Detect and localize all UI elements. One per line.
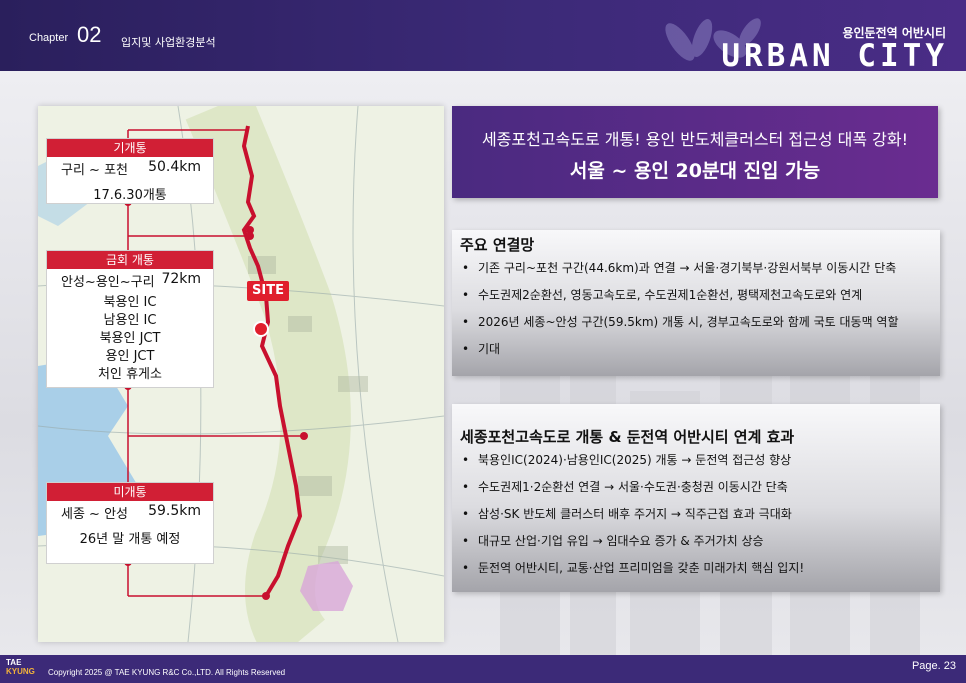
list-item: 삼성·SK 반도체 클러스터 배후 주거지 → 직주근접 효과 극대화: [460, 501, 930, 528]
ic-item: 용인 JCT: [105, 349, 155, 364]
route-name: 안성~용인~구리: [61, 275, 155, 290]
route-length: 50.4km: [148, 159, 201, 175]
site-marker-label: SITE: [247, 281, 289, 301]
synergy-section: 세종포천고속도로 개통 & 둔전역 어반시티 연계 효과 북용인IC(2024)…: [452, 404, 940, 592]
list-item: 둔전역 어반시티, 교통·산업 프리미엄을 갖춘 미래가치 핵심 입지!: [460, 555, 930, 582]
ic-item: 남용인 IC: [103, 313, 157, 328]
route-name: 세종 ~ 안성: [61, 507, 128, 522]
headline-callout: 세종포천고속도로 개통! 용인 반도체클러스터 접근성 대폭 강화! 서울 ~ …: [452, 106, 938, 198]
list-item: 수도권제2순환선, 영동고속도로, 수도권제1순환선, 평택제천고속도로와 연계: [460, 282, 930, 309]
opening-date: 17.6.30개통: [93, 188, 167, 203]
list-item: 기존 구리~포천 구간(44.6km)과 연결 → 서울·경기북부·강원서북부 …: [460, 255, 930, 282]
footer-bar: TAE KYUNG Copyright 2025 @ TAE KYUNG R&C…: [0, 655, 966, 683]
route-length: 59.5km: [148, 503, 201, 519]
route-label-opened: 기개통 구리 ~ 포천 50.4km 17.6.30개통: [46, 138, 214, 204]
list-item: 수도권제1·2순환선 연결 → 서울·수도권·충청권 이동시간 단축: [460, 474, 930, 501]
section-title: 주요 연결망: [460, 236, 535, 254]
section-title: 세종포천고속도로 개통 & 둔전역 어반시티 연계 효과: [460, 428, 795, 446]
route-name: 구리 ~ 포천: [61, 163, 128, 178]
key-network-section: 주요 연결망 기존 구리~포천 구간(44.6km)과 연결 → 서울·경기북부…: [452, 230, 940, 376]
list-item: 대규모 산업·기업 유입 → 임대수요 증가 & 주거가치 상승: [460, 528, 930, 555]
logo-line2: KYUNG: [6, 667, 35, 676]
route-label-planned: 미개통 세종 ~ 안성 59.5km 26년 말 개통 예정: [46, 482, 214, 564]
list-item: 2026년 세종~안성 구간(59.5km) 개통 시, 경부고속도로와 함께 …: [460, 309, 930, 336]
page-number: Page. 23: [911, 660, 956, 672]
ic-item: 북용인 JCT: [99, 331, 161, 346]
callout-line1: 세종포천고속도로 개통! 용인 반도체클러스터 접근성 대폭 강화!: [481, 130, 909, 149]
copyright-text: Copyright 2025 @ TAE KYUNG R&C Co.,LTD. …: [48, 668, 286, 677]
route-length: 72km: [161, 271, 201, 287]
list-item: 북용인IC(2024)·남용인IC(2025) 개통 → 둔전역 접근성 향상: [460, 447, 930, 474]
callout-line2: 서울 ~ 용인 20분대 진입 가능: [569, 160, 821, 182]
ic-item: 처인 휴게소: [98, 367, 162, 382]
chapter-number: 02: [77, 22, 102, 47]
page-subtitle: 입지및 사업환경분석: [121, 36, 216, 49]
ic-item: 북용인 IC: [103, 295, 157, 310]
route-map: 기개통 구리 ~ 포천 50.4km 17.6.30개통 금회 개통 안성~용인…: [38, 106, 444, 642]
chapter-label: Chapter: [29, 32, 69, 44]
ic-list: 북용인 IC 남용인 IC 북용인 JCT 용인 JCT 처인 휴게소: [47, 294, 213, 384]
status-badge: 기개통: [47, 139, 213, 157]
logo-line1: TAE: [6, 658, 22, 667]
site-marker-dot: [253, 321, 269, 337]
company-logo: TAE KYUNG: [6, 658, 35, 676]
header-bar: Chapter 02 입지및 사업환경분석 용인둔전역 어반시티 URBAN C…: [0, 0, 966, 71]
status-badge: 미개통: [47, 483, 213, 501]
opening-date: 26년 말 개통 예정: [79, 532, 181, 547]
list-item: 기대: [460, 336, 930, 363]
status-badge: 금회 개통: [47, 251, 213, 269]
brand-logo-text: URBAN CITY: [721, 38, 948, 71]
route-label-current: 금회 개통 안성~용인~구리 72km 북용인 IC 남용인 IC 북용인 JC…: [46, 250, 214, 388]
